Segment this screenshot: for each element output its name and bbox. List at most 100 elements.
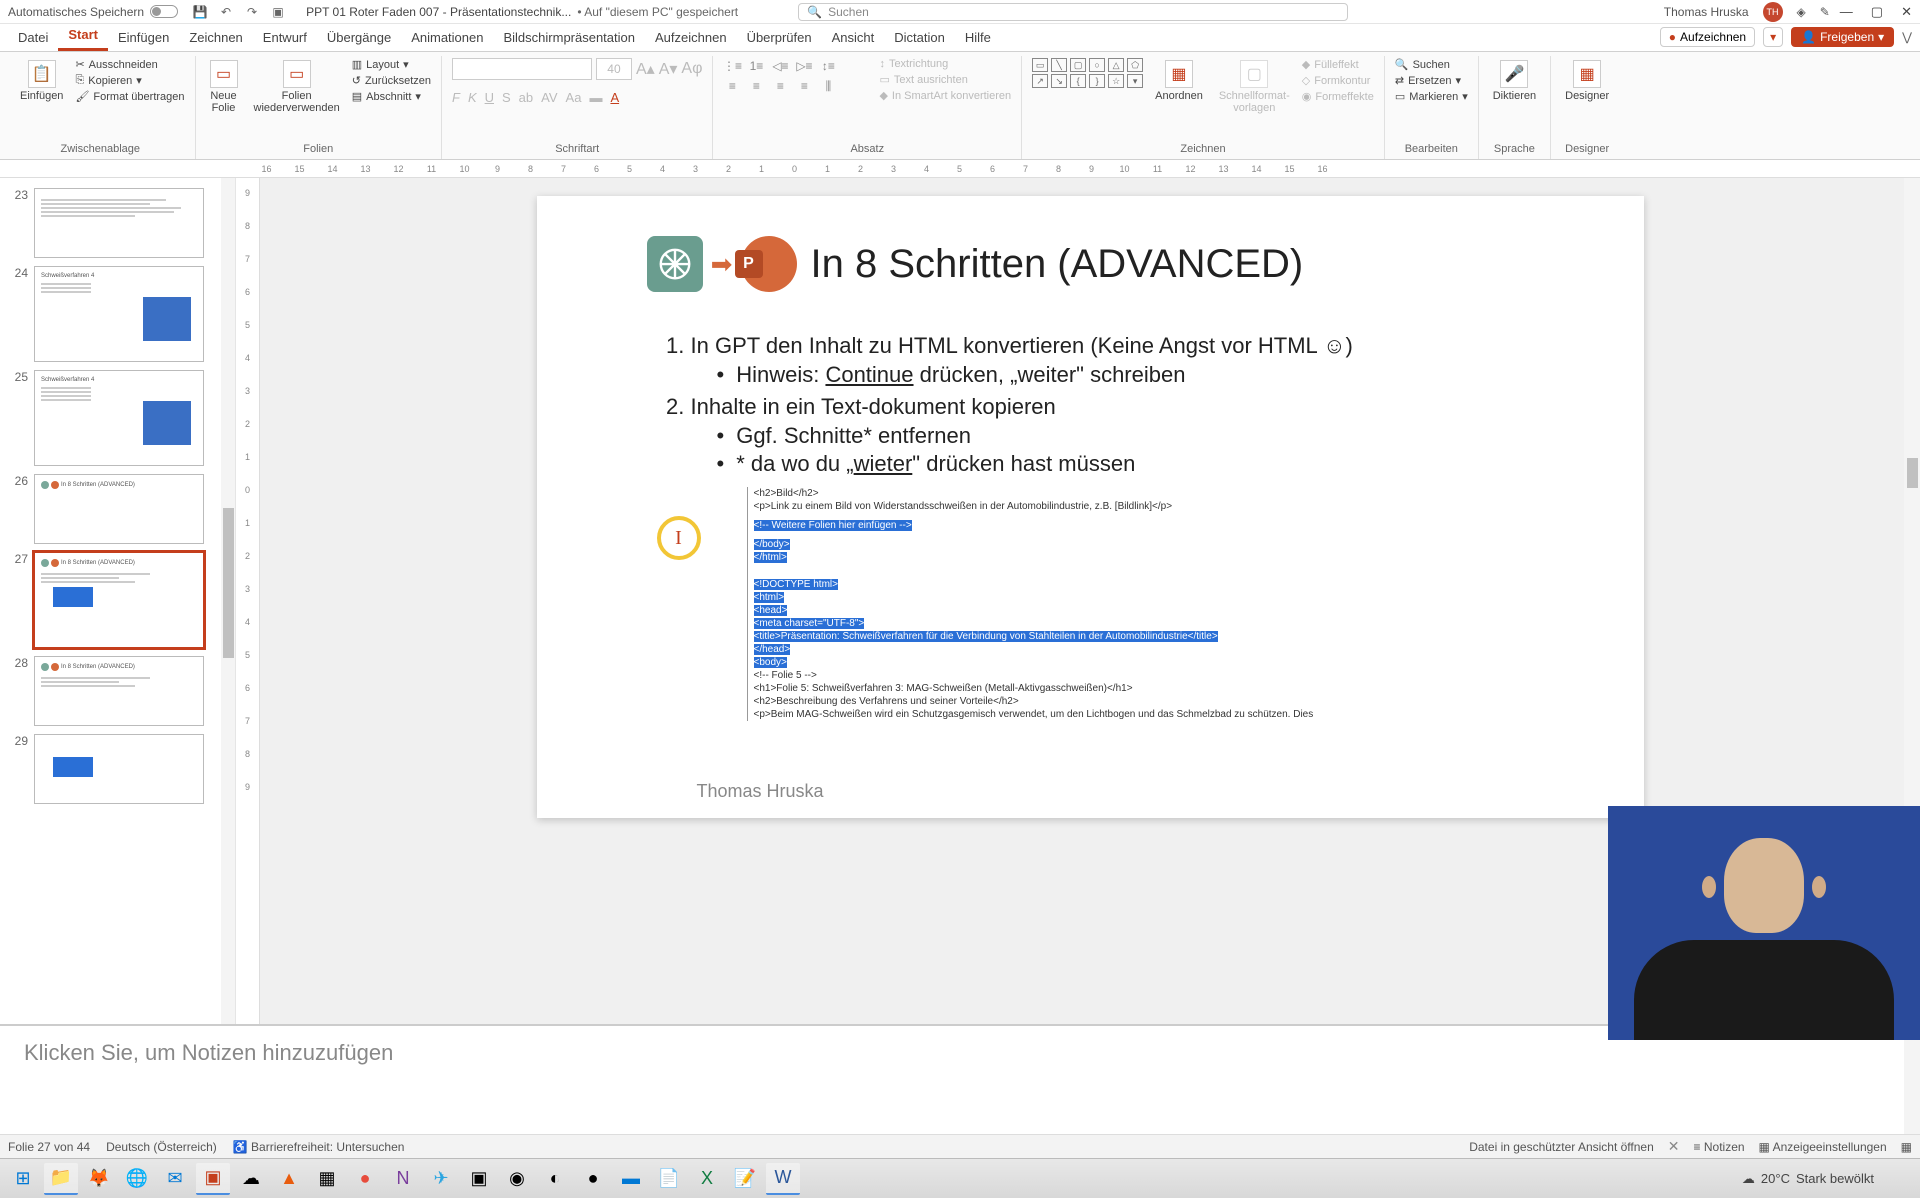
protected-view-link[interactable]: Datei in geschützter Ansicht öffnen bbox=[1469, 1140, 1654, 1154]
designer-button[interactable]: ▦Designer bbox=[1561, 58, 1613, 104]
tab-ueberpruefen[interactable]: Überprüfen bbox=[737, 26, 822, 51]
notepad-icon[interactable]: 📝 bbox=[728, 1163, 762, 1195]
section-button[interactable]: ▤Abschnitt▾ bbox=[352, 90, 431, 103]
notes-scrollbar[interactable] bbox=[1904, 1026, 1920, 1134]
pencil-icon[interactable]: ✎ bbox=[1820, 5, 1830, 19]
excel-icon[interactable]: X bbox=[690, 1163, 724, 1195]
paste-button[interactable]: 📋Einfügen bbox=[16, 58, 67, 104]
chrome-icon[interactable]: 🌐 bbox=[120, 1163, 154, 1195]
present-icon[interactable]: ▣ bbox=[270, 4, 286, 20]
search-input[interactable]: 🔍 Suchen bbox=[798, 3, 1348, 21]
app-icon[interactable]: ▦ bbox=[310, 1163, 344, 1195]
redo-icon[interactable]: ↷ bbox=[244, 4, 260, 20]
layout-button[interactable]: ▥Layout▾ bbox=[352, 58, 431, 71]
powerpoint-icon[interactable]: ▣ bbox=[196, 1163, 230, 1195]
diamond-icon[interactable]: ◈ bbox=[1797, 5, 1806, 19]
tab-dictation[interactable]: Dictation bbox=[884, 26, 955, 51]
vlc-icon[interactable]: ▲ bbox=[272, 1163, 306, 1195]
start-menu-icon[interactable]: ⊞ bbox=[6, 1163, 40, 1195]
shapes-gallery[interactable]: ▭╲▢○△⬠ ↗↘{}☆▾ bbox=[1032, 58, 1143, 88]
record-button[interactable]: ●Aufzeichnen bbox=[1660, 27, 1755, 47]
new-slide-button[interactable]: ▭Neue Folie bbox=[206, 58, 242, 116]
obs-icon[interactable]: ◉ bbox=[500, 1163, 534, 1195]
tab-zeichnen[interactable]: Zeichnen bbox=[179, 26, 252, 51]
tab-bildschirm[interactable]: Bildschirmpräsentation bbox=[493, 26, 645, 51]
shadow-icon[interactable]: ab bbox=[519, 90, 533, 105]
thumb-26[interactable]: 26 In 8 Schritten (ADVANCED) bbox=[0, 470, 235, 548]
outdent-icon[interactable]: ◁≡ bbox=[771, 58, 789, 74]
columns-icon[interactable]: ⫼ bbox=[819, 78, 837, 94]
collapse-ribbon-icon[interactable]: ⋁ bbox=[1902, 30, 1912, 44]
notes-toggle[interactable]: ≡ Notizen bbox=[1694, 1140, 1745, 1154]
slide-canvas[interactable]: ➡ In 8 Schritten (ADVANCED) In GPT den I… bbox=[537, 196, 1644, 818]
thumb-23[interactable]: 23 bbox=[0, 184, 235, 262]
thumb-27[interactable]: 27 In 8 Schritten (ADVANCED) bbox=[0, 548, 235, 652]
tab-entwurf[interactable]: Entwurf bbox=[253, 26, 317, 51]
explorer-icon[interactable]: 📁 bbox=[44, 1163, 78, 1195]
reset-button[interactable]: ↺Zurücksetzen bbox=[352, 74, 431, 87]
maximize-icon[interactable]: ▢ bbox=[1871, 4, 1883, 20]
reuse-slides-button[interactable]: ▭Folien wiederverwenden bbox=[250, 58, 344, 116]
tab-einfuegen[interactable]: Einfügen bbox=[108, 26, 179, 51]
bold-icon[interactable]: F bbox=[452, 90, 460, 105]
dictate-button[interactable]: 🎤Diktieren bbox=[1489, 58, 1540, 104]
autosave-toggle[interactable]: Automatisches Speichern bbox=[8, 5, 178, 19]
underline-icon[interactable]: U bbox=[485, 90, 494, 105]
italic-icon[interactable]: K bbox=[468, 90, 477, 105]
close-icon[interactable]: ✕ bbox=[1901, 4, 1912, 20]
format-painter-button[interactable]: 🖌Format übertragen bbox=[75, 90, 184, 103]
tab-uebergaenge[interactable]: Übergänge bbox=[317, 26, 401, 51]
tab-ansicht[interactable]: Ansicht bbox=[822, 26, 885, 51]
toggle-switch[interactable] bbox=[150, 5, 178, 18]
thumb-28[interactable]: 28 In 8 Schritten (ADVANCED) bbox=[0, 652, 235, 730]
strike-icon[interactable]: S bbox=[502, 90, 511, 105]
cut-button[interactable]: ✂Ausschneiden bbox=[75, 58, 184, 71]
minimize-icon[interactable]: — bbox=[1840, 4, 1853, 20]
firefox-icon[interactable]: 🦊 bbox=[82, 1163, 116, 1195]
slide-body-text[interactable]: In GPT den Inhalt zu HTML konvertieren (… bbox=[667, 332, 1564, 479]
font-size-select[interactable] bbox=[596, 58, 632, 80]
bullets-icon[interactable]: ⋮≡ bbox=[723, 58, 741, 74]
tab-start[interactable]: Start bbox=[58, 23, 108, 51]
share-button[interactable]: 👤Freigeben▾ bbox=[1791, 27, 1894, 47]
indent-icon[interactable]: ▷≡ bbox=[795, 58, 813, 74]
spacing-icon[interactable]: AV bbox=[541, 90, 557, 105]
app-icon[interactable]: ● bbox=[348, 1163, 382, 1195]
close-protected-icon[interactable]: ✕ bbox=[1668, 1138, 1680, 1155]
decrease-font-icon[interactable]: A▾ bbox=[659, 59, 678, 79]
app-icon[interactable]: ● bbox=[576, 1163, 610, 1195]
justify-icon[interactable]: ≡ bbox=[795, 78, 813, 94]
notes-pane[interactable]: Klicken Sie, um Notizen hinzuzufügen bbox=[0, 1024, 1920, 1134]
display-settings[interactable]: ▦ Anzeigeeinstellungen bbox=[1759, 1140, 1887, 1154]
linespace-icon[interactable]: ↕≡ bbox=[819, 58, 837, 74]
numbering-icon[interactable]: 1≡ bbox=[747, 58, 765, 74]
word-icon[interactable]: W bbox=[766, 1163, 800, 1195]
replace-button[interactable]: ⇄Ersetzen▾ bbox=[1395, 74, 1468, 87]
tab-datei[interactable]: Datei bbox=[8, 26, 58, 51]
undo-icon[interactable]: ↶ bbox=[218, 4, 234, 20]
font-family-select[interactable] bbox=[452, 58, 592, 80]
case-icon[interactable]: Aa bbox=[566, 90, 582, 105]
save-icon[interactable]: 💾 bbox=[192, 4, 208, 20]
view-normal-icon[interactable]: ▦ bbox=[1901, 1140, 1912, 1154]
tab-hilfe[interactable]: Hilfe bbox=[955, 26, 1001, 51]
font-color-icon[interactable]: A bbox=[610, 90, 619, 105]
app-icon[interactable]: ▣ bbox=[462, 1163, 496, 1195]
app-icon[interactable]: ▬ bbox=[614, 1163, 648, 1195]
app-icon[interactable]: ☁ bbox=[234, 1163, 268, 1195]
telegram-icon[interactable]: ✈ bbox=[424, 1163, 458, 1195]
align-left-icon[interactable]: ≡ bbox=[723, 78, 741, 94]
present-dropdown-icon[interactable]: ▾ bbox=[1763, 27, 1783, 47]
select-button[interactable]: ▭Markieren▾ bbox=[1395, 90, 1468, 103]
clear-format-icon[interactable]: Aφ bbox=[681, 60, 702, 78]
copy-button[interactable]: ⎘Kopieren▾ bbox=[75, 74, 184, 87]
thumb-24[interactable]: 24 Schweißverfahren 4 bbox=[0, 262, 235, 366]
increase-font-icon[interactable]: A▴ bbox=[636, 59, 655, 79]
weather-widget[interactable]: ☁ 20°C Stark bewölkt bbox=[1742, 1171, 1914, 1187]
tab-aufzeichnen[interactable]: Aufzeichnen bbox=[645, 26, 737, 51]
arrange-button[interactable]: ▦Anordnen bbox=[1151, 58, 1207, 104]
align-center-icon[interactable]: ≡ bbox=[747, 78, 765, 94]
app-icon[interactable]: 📄 bbox=[652, 1163, 686, 1195]
outlook-icon[interactable]: ✉ bbox=[158, 1163, 192, 1195]
find-button[interactable]: 🔍Suchen bbox=[1395, 58, 1468, 71]
